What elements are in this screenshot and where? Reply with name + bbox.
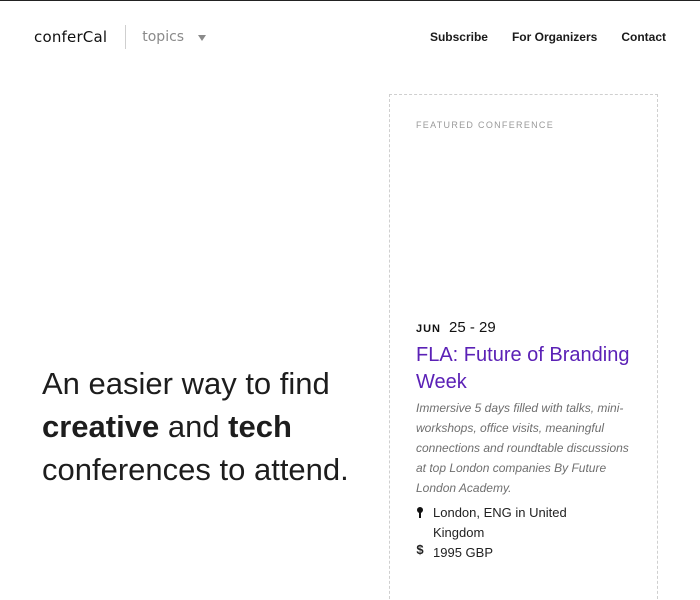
dollar-icon: $ <box>416 542 424 557</box>
date-days: 25 - 29 <box>449 319 496 336</box>
price-text: 1995 GBP <box>433 545 493 560</box>
map-pin-icon <box>416 503 424 543</box>
nav-contact[interactable]: Contact <box>621 30 666 44</box>
topics-dropdown[interactable]: topics <box>142 29 207 45</box>
conference-title[interactable]: FLA: Future of Branding Week <box>416 342 636 396</box>
nav-subscribe[interactable]: Subscribe <box>430 30 488 44</box>
hero-connector: and <box>159 409 229 444</box>
site-header: conferCal topics Subscribe For Organizer… <box>34 22 666 52</box>
hero-bold-creative: creative <box>42 409 160 444</box>
hero-line-3: conferences to attend. <box>42 452 349 487</box>
nav-for-organizers[interactable]: For Organizers <box>512 30 597 44</box>
chevron-down-icon <box>198 35 207 41</box>
hero-bold-tech: tech <box>228 409 292 444</box>
location-text: London, ENG in United Kingdom <box>433 505 567 540</box>
featured-conference-card[interactable]: FEATURED CONFERENCE JUN 25 - 29 FLA: Fut… <box>389 94 658 600</box>
conference-date: JUN 25 - 29 <box>416 319 496 336</box>
logo[interactable]: conferCal <box>34 28 107 46</box>
main-nav: Subscribe For Organizers Contact <box>430 30 666 44</box>
hero-line-1: An easier way to find <box>42 366 330 401</box>
featured-label: FEATURED CONFERENCE <box>416 120 555 130</box>
conference-location: London, ENG in United Kingdom <box>416 503 573 543</box>
conference-description: Immersive 5 days filled with talks, mini… <box>416 401 629 495</box>
date-month: JUN <box>416 323 442 335</box>
top-border <box>0 0 700 1</box>
topics-label: topics <box>142 29 185 45</box>
header-divider <box>125 25 127 49</box>
conference-price: $ 1995 GBP <box>416 543 573 563</box>
hero-heading: An easier way to find creative and tech … <box>42 362 372 491</box>
